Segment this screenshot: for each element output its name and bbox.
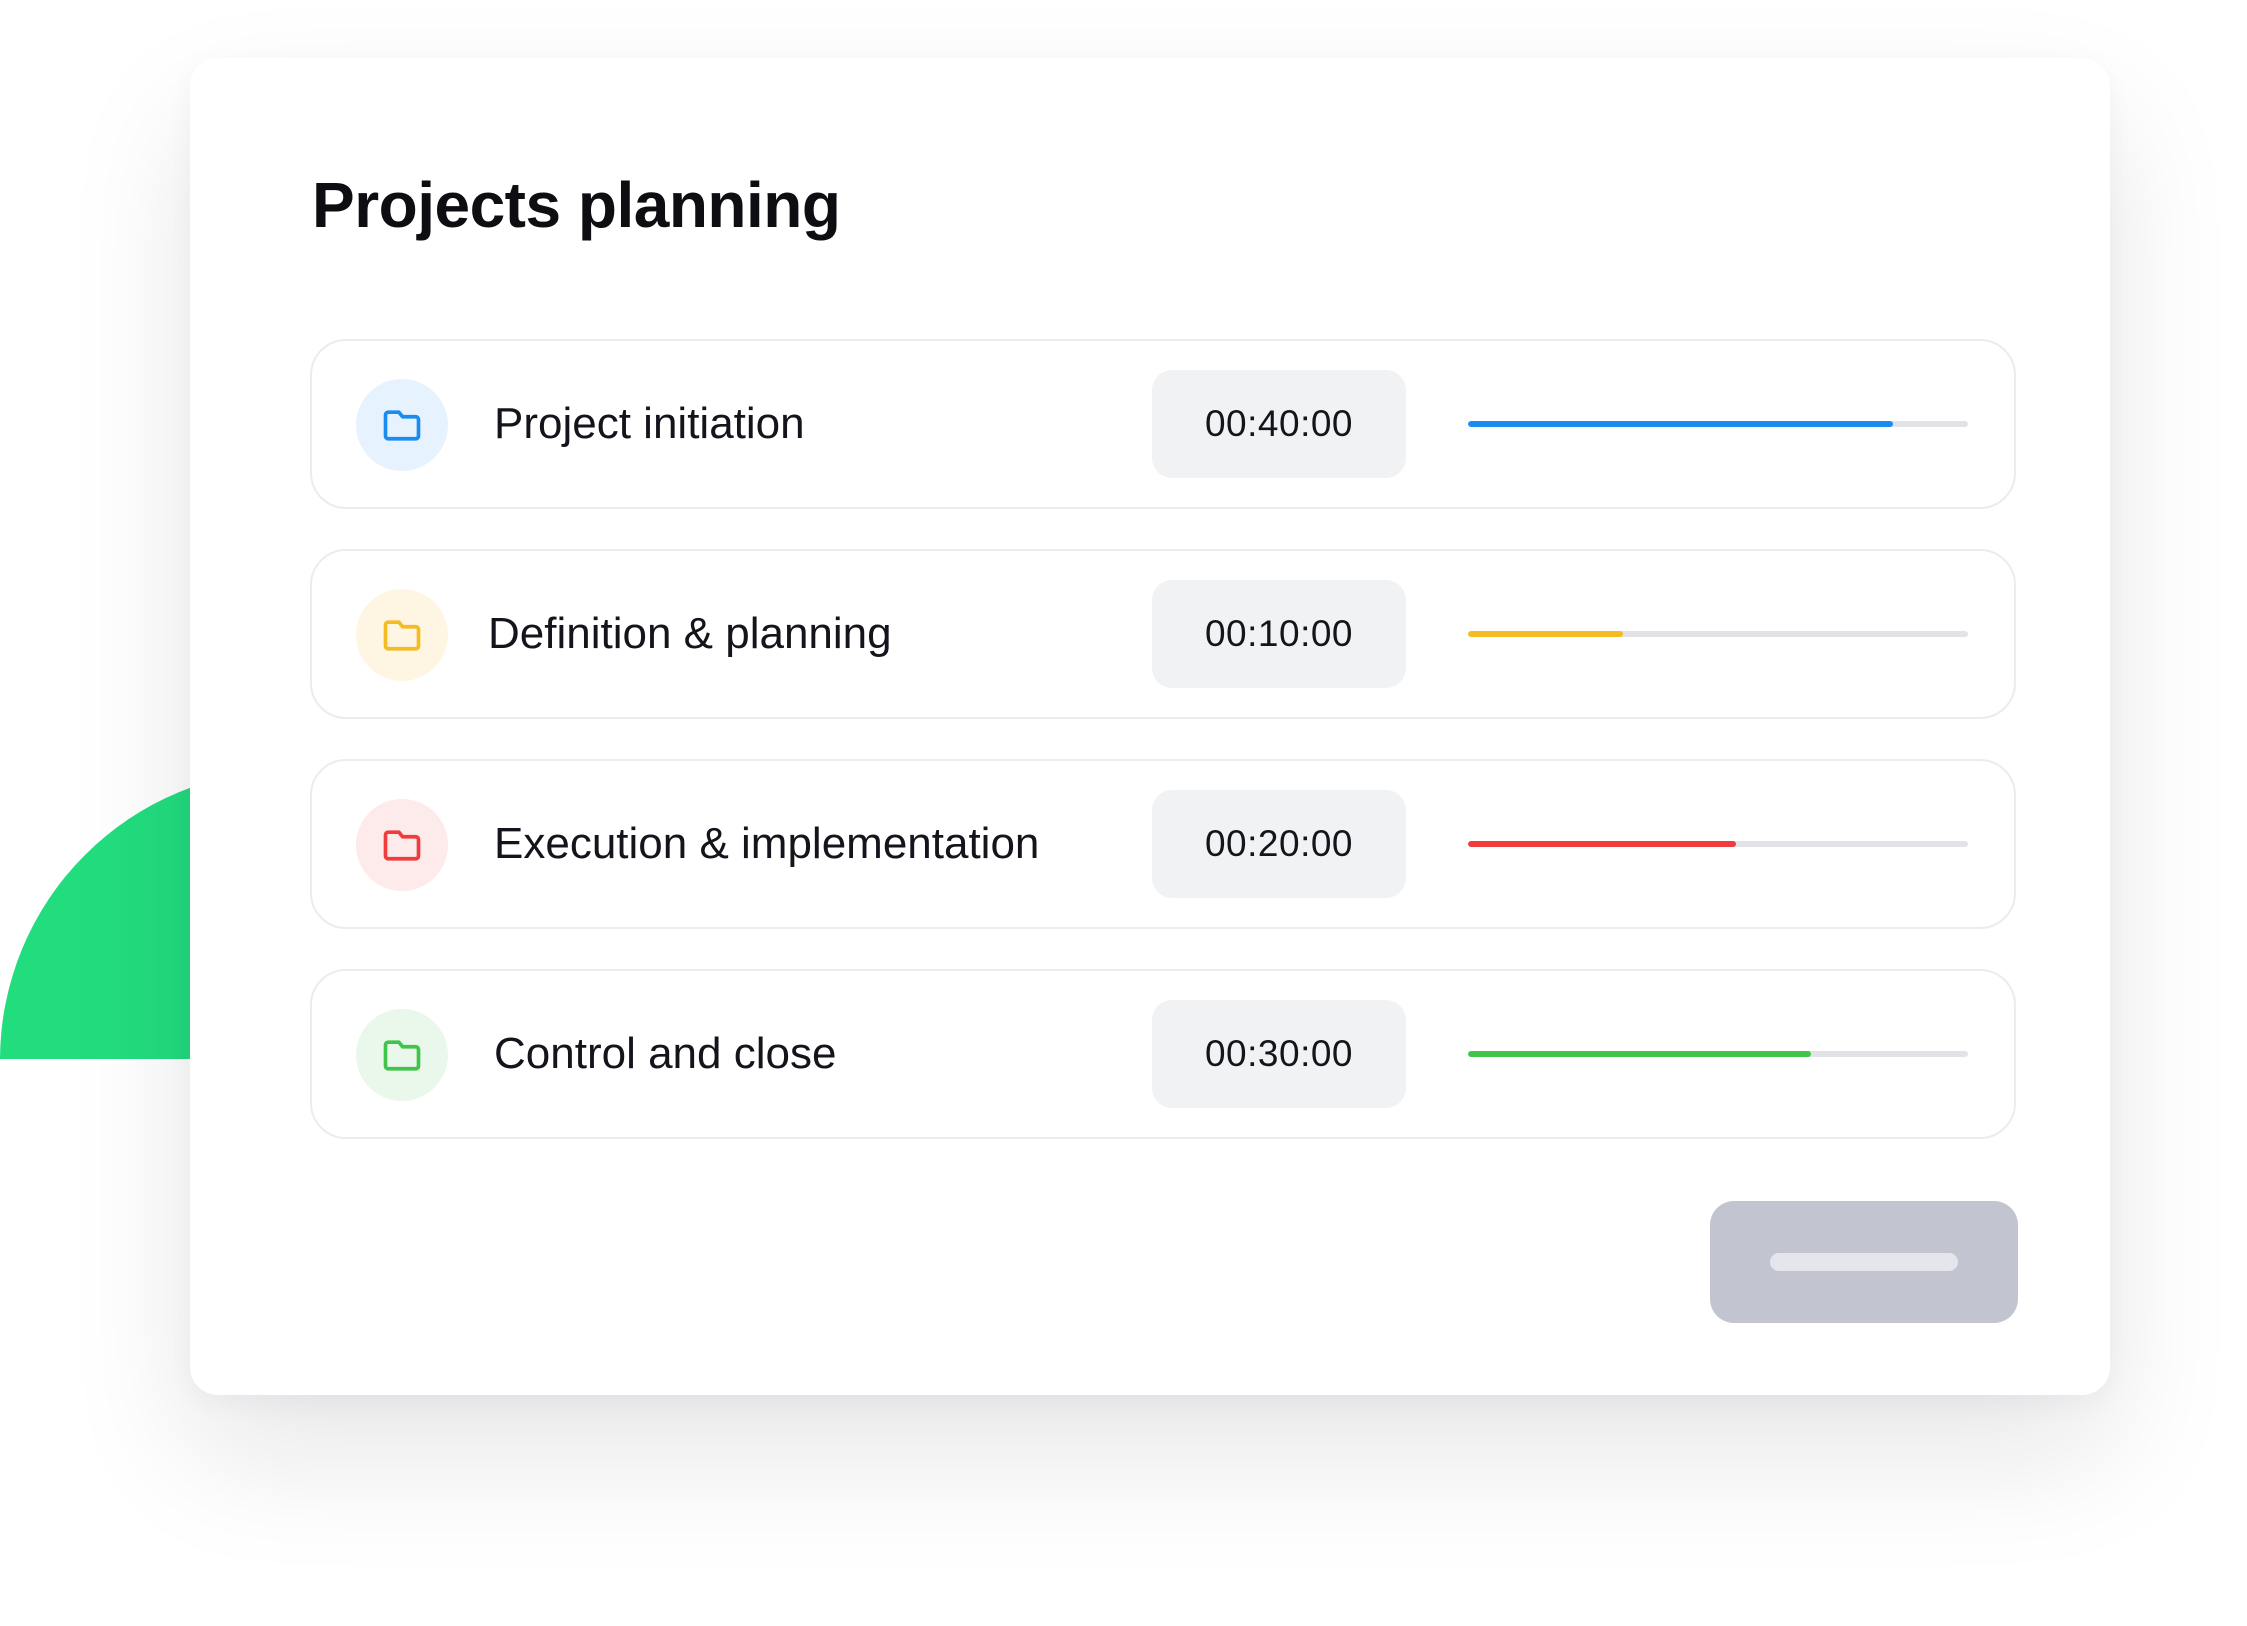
progress-fill <box>1468 421 1893 427</box>
progress-fill <box>1468 841 1736 847</box>
project-name: Definition & planning <box>488 609 892 658</box>
progress-track <box>1468 841 1968 847</box>
time-tracked: 00:20:00 <box>1152 790 1406 898</box>
progress-track <box>1468 1051 1968 1057</box>
project-row[interactable]: Definition & planning 00:10:00 <box>310 549 2016 719</box>
project-name: Project initiation <box>494 399 805 448</box>
time-tracked: 00:30:00 <box>1152 1000 1406 1108</box>
folder-icon <box>383 620 421 651</box>
action-button[interactable] <box>1710 1201 2018 1323</box>
folder-icon-badge <box>356 589 448 681</box>
time-tracked: 00:40:00 <box>1152 370 1406 478</box>
folder-icon <box>383 830 421 861</box>
time-tracked: 00:10:00 <box>1152 580 1406 688</box>
project-name: Execution & implementation <box>494 819 1040 868</box>
progress-track <box>1468 631 1968 637</box>
page-title: Projects planning <box>312 169 841 241</box>
button-label-placeholder <box>1770 1253 1958 1271</box>
project-name: Control and close <box>494 1029 837 1078</box>
progress-track <box>1468 421 1968 427</box>
folder-icon <box>383 410 421 441</box>
progress-fill <box>1468 631 1623 637</box>
projects-card: Projects planning Project initiation 00:… <box>190 58 2110 1395</box>
project-row[interactable]: Execution & implementation 00:20:00 <box>310 759 2016 929</box>
folder-icon-badge <box>356 379 448 471</box>
folder-icon-badge <box>356 1009 448 1101</box>
folder-icon-badge <box>356 799 448 891</box>
project-row[interactable]: Project initiation 00:40:00 <box>310 339 2016 509</box>
progress-fill <box>1468 1051 1811 1057</box>
folder-icon <box>383 1040 421 1071</box>
project-row[interactable]: Control and close 00:30:00 <box>310 969 2016 1139</box>
